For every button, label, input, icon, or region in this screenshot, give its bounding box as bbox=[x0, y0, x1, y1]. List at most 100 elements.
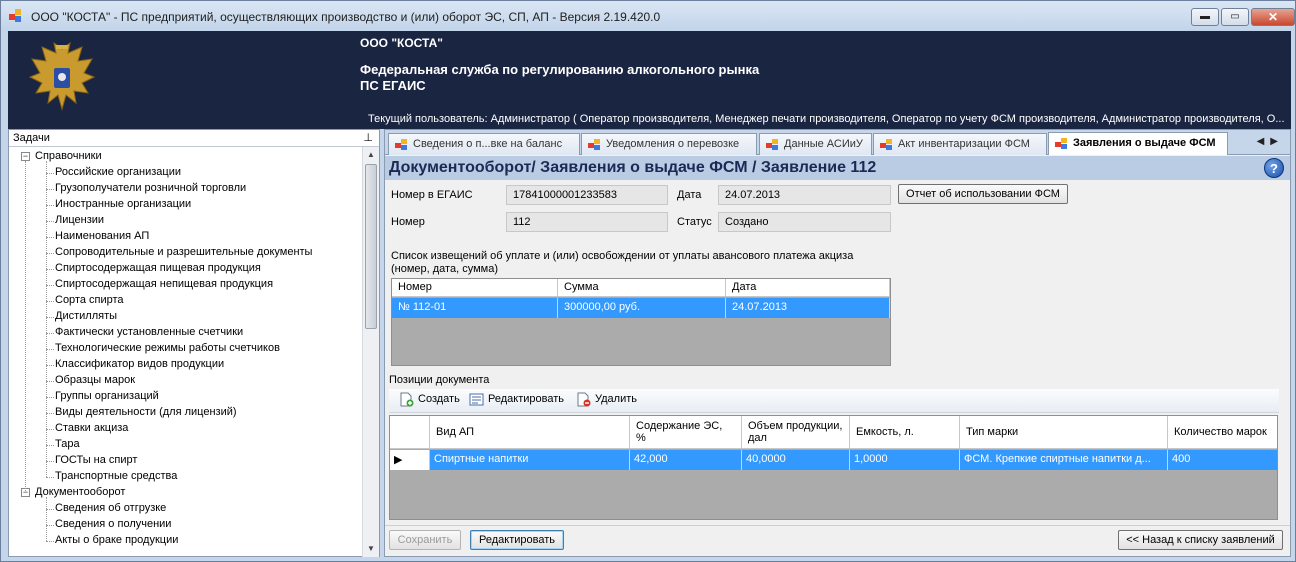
tree-item[interactable]: Спиртосодержащая пищевая продукция bbox=[55, 262, 261, 274]
edit-position-button[interactable]: Редактировать bbox=[469, 393, 564, 406]
fsm-report-button[interactable]: Отчет об использовании ФСМ bbox=[898, 184, 1068, 204]
row-marker-icon[interactable]: ▶ bbox=[390, 450, 430, 470]
column-header[interactable]: Дата bbox=[726, 279, 890, 297]
column-header[interactable]: Объем продукции, дал bbox=[742, 416, 850, 449]
tree-item[interactable]: Группы организаций bbox=[55, 390, 159, 402]
title-bar[interactable]: ООО "КОСТА" - ПС предприятий, осуществля… bbox=[1, 1, 1295, 31]
column-header[interactable]: Тип марки bbox=[960, 416, 1168, 449]
table-cell[interactable]: 40,0000 bbox=[742, 450, 850, 470]
restore-button[interactable]: ▭ bbox=[1221, 8, 1249, 26]
tree-item[interactable]: Ставки акциза bbox=[55, 422, 128, 434]
tree-connector bbox=[46, 525, 54, 526]
back-to-list-button[interactable]: << Назад к списку заявлений bbox=[1118, 530, 1283, 550]
tree-item[interactable]: Сведения о получении bbox=[55, 518, 171, 530]
tree-item[interactable]: Сопроводительные и разрешительные докуме… bbox=[55, 246, 312, 258]
tree-item[interactable]: Фактически установленные счетчики bbox=[55, 326, 243, 338]
tab-1[interactable]: Уведомления о перевозке bbox=[581, 133, 757, 155]
application-window: ООО "КОСТА" - ПС предприятий, осуществля… bbox=[0, 0, 1296, 562]
table-cell[interactable]: 42,000 bbox=[630, 450, 742, 470]
save-button[interactable]: Сохранить bbox=[389, 530, 461, 550]
tree-item[interactable]: Образцы марок bbox=[55, 374, 135, 386]
tree-item[interactable]: Наименования АП bbox=[55, 230, 149, 242]
tab-4[interactable]: Заявления о выдаче ФСМ bbox=[1048, 132, 1228, 155]
edit-document-button[interactable]: Редактировать bbox=[470, 530, 564, 550]
tree-item[interactable]: Транспортные средства bbox=[55, 470, 177, 482]
tree-connector bbox=[46, 413, 54, 414]
tree-connector bbox=[46, 317, 54, 318]
table-cell[interactable]: 1,0000 bbox=[850, 450, 960, 470]
new-document-icon bbox=[400, 392, 414, 407]
tree-group-1[interactable]: Документооборот bbox=[35, 486, 125, 498]
tab-0[interactable]: Сведения о п...вке на баланс bbox=[388, 133, 580, 155]
header-banner: ООО "КОСТА" Федеральная служба по регули… bbox=[8, 31, 1291, 129]
tree-connector bbox=[46, 429, 54, 430]
tree-expander-icon[interactable]: − bbox=[21, 152, 30, 161]
tree-item[interactable]: Сорта спирта bbox=[55, 294, 124, 306]
scroll-up-icon[interactable]: ▲ bbox=[363, 147, 379, 163]
close-button[interactable]: ✕ bbox=[1251, 8, 1295, 26]
column-header[interactable]: Номер bbox=[392, 279, 558, 297]
scroll-thumb[interactable] bbox=[365, 164, 377, 329]
tree-group-0[interactable]: Справочники bbox=[35, 150, 102, 162]
tree-connector bbox=[46, 237, 54, 238]
column-header[interactable]: Вид АП bbox=[430, 416, 630, 449]
pin-icon[interactable]: ⊥ bbox=[363, 131, 373, 144]
column-header[interactable]: Содержание ЭС, % bbox=[630, 416, 742, 449]
table-cell[interactable]: 400 bbox=[1168, 450, 1277, 470]
tasks-tree: − Справочники Российские организации Грузоп… bbox=[9, 147, 363, 557]
tab-icon bbox=[1055, 138, 1068, 150]
tree-item[interactable]: ГОСТы на спирт bbox=[55, 454, 137, 466]
table-cell[interactable]: № 112-01 bbox=[392, 298, 558, 318]
tree-item[interactable]: Сведения об отгрузке bbox=[55, 502, 166, 514]
tree-item[interactable]: Дистилляты bbox=[55, 310, 117, 322]
tree-connector bbox=[46, 445, 54, 446]
help-icon[interactable]: ? bbox=[1264, 158, 1284, 178]
tree-item[interactable]: Российские организации bbox=[55, 166, 181, 178]
tab-3[interactable]: Акт инвентаризации ФСМ bbox=[873, 133, 1047, 155]
table-row[interactable]: ▶ Спиртные напитки 42,000 40,0000 1,0000 ФСМ.… bbox=[390, 450, 1277, 470]
tab-strip: ◀▶ Сведения о п...вке на баланс Уведомлен… bbox=[385, 130, 1290, 155]
table-cell[interactable]: ФСМ. Крепкие спиртные напитки д... bbox=[960, 450, 1168, 470]
minimize-button[interactable]: ▬ bbox=[1191, 8, 1219, 26]
table-cell[interactable]: Спиртные напитки bbox=[430, 450, 630, 470]
tree-item[interactable]: Технологические режимы работы счетчиков bbox=[55, 342, 280, 354]
tab-icon bbox=[880, 139, 893, 151]
tree-item[interactable]: Спиртосодержащая непищевая продукция bbox=[55, 278, 273, 290]
tree-connector bbox=[46, 269, 54, 270]
table-cell[interactable]: 24.07.2013 bbox=[726, 298, 890, 318]
column-header[interactable]: Количество марок bbox=[1168, 416, 1277, 449]
tree-item[interactable]: Грузополучатели розничной торговли bbox=[55, 182, 246, 194]
egais-number-field[interactable]: 17841000001233583 bbox=[506, 185, 668, 205]
tree-connector bbox=[46, 541, 54, 542]
tree-item[interactable]: Лицензии bbox=[55, 214, 104, 226]
header-federal-service: Федеральная служба по регулированию алко… bbox=[360, 62, 760, 77]
table-row[interactable]: № 112-01 300000,00 руб. 24.07.2013 bbox=[392, 298, 890, 318]
tree-connector bbox=[46, 509, 54, 510]
column-header[interactable]: Сумма bbox=[558, 279, 726, 297]
tree-connector bbox=[46, 189, 54, 190]
tasks-scrollbar[interactable]: ▲ ▼ bbox=[362, 147, 379, 557]
table-header: Вид АП Содержание ЭС, % Объем продукции, д… bbox=[390, 416, 1277, 449]
delete-button[interactable]: Удалить bbox=[576, 392, 637, 407]
tab-scroll-arrows-icon[interactable]: ◀▶ bbox=[1257, 136, 1284, 147]
status-field[interactable]: Создано bbox=[718, 212, 891, 232]
tab-label: Акт инвентаризации ФСМ bbox=[898, 138, 1030, 150]
tree-item[interactable]: Иностранные организации bbox=[55, 198, 191, 210]
tab-icon bbox=[588, 139, 601, 151]
column-header[interactable]: Емкость, л. bbox=[850, 416, 960, 449]
tab-2[interactable]: Данные АСИиУ bbox=[759, 133, 872, 155]
breadcrumb: Документооборот/ Заявления о выдаче ФСМ … bbox=[389, 159, 877, 176]
number-field[interactable]: 112 bbox=[506, 212, 668, 232]
table-cell[interactable]: 300000,00 руб. bbox=[558, 298, 726, 318]
positions-label: Позиции документа bbox=[389, 374, 490, 386]
header-org: ООО "КОСТА" bbox=[360, 36, 443, 50]
tree-item[interactable]: Виды деятельности (для лицензий) bbox=[55, 406, 237, 418]
tree-item[interactable]: Тара bbox=[55, 438, 80, 450]
tree-item[interactable]: Акты о браке продукции bbox=[55, 534, 178, 546]
date-field[interactable]: 24.07.2013 bbox=[718, 185, 891, 205]
tree-connector bbox=[46, 381, 54, 382]
tree-item[interactable]: Классификатор видов продукции bbox=[55, 358, 224, 370]
window-title: ООО "КОСТА" - ПС предприятий, осуществля… bbox=[31, 10, 661, 24]
scroll-down-icon[interactable]: ▼ bbox=[363, 541, 379, 557]
create-button[interactable]: Создать bbox=[399, 392, 460, 407]
